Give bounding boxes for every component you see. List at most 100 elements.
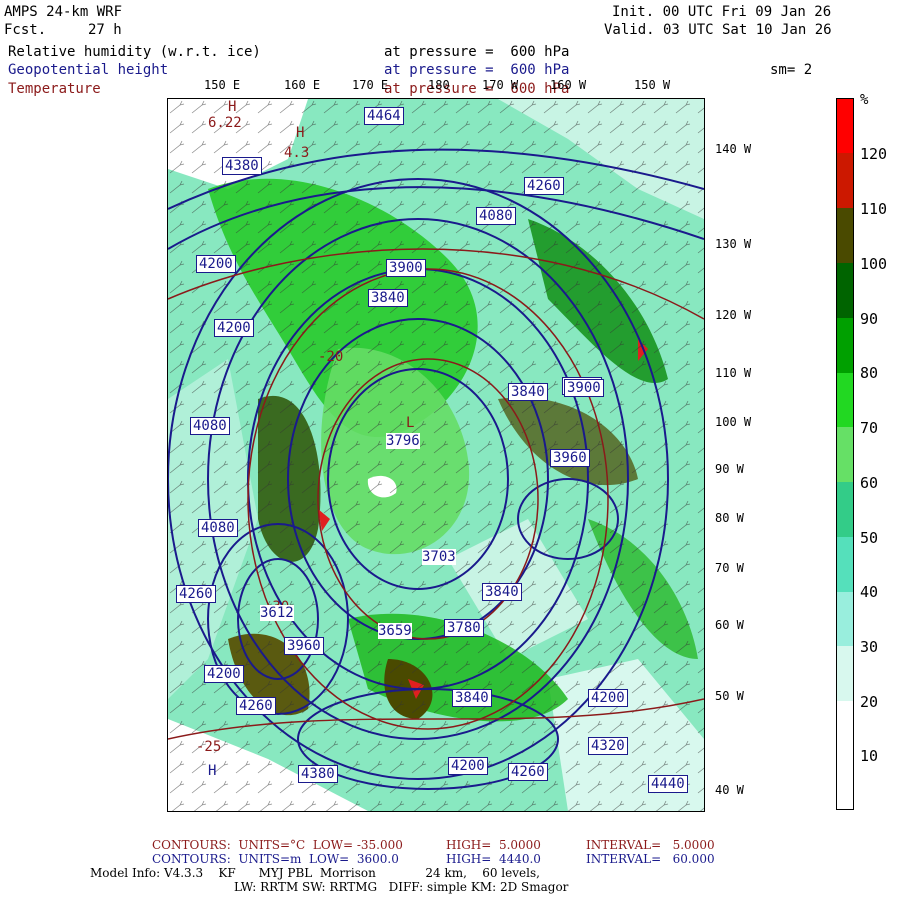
colorbar-label: 120	[860, 145, 888, 163]
field-height-pressure: at pressure = 600 hPa	[384, 62, 570, 78]
right-lon-1: 130 W	[715, 237, 752, 251]
temperature-label: 6.22	[208, 115, 242, 131]
right-lon-2: 120 W	[715, 308, 752, 322]
high-marker: H	[208, 763, 217, 779]
colorbar-label: 10	[860, 747, 879, 765]
field-rh-pressure: at pressure = 600 hPa	[384, 44, 570, 60]
footer-model-info: Model Info: V4.3.3 KF MYJ PBL Morrison 2…	[90, 866, 540, 880]
right-lon-7: 70 W	[715, 561, 744, 575]
height-label: 4200	[204, 665, 244, 683]
colorbar-label: 90	[860, 310, 879, 328]
height-label: 4200	[448, 757, 488, 775]
right-lon-5: 90 W	[715, 462, 744, 476]
height-label: 3960	[284, 637, 324, 655]
colorbar-label: 40	[860, 583, 879, 601]
height-label: 4200	[588, 689, 628, 707]
colorbar-cell	[837, 701, 853, 809]
colorbar-label: 20	[860, 693, 879, 711]
colorbar-unit: %	[860, 92, 869, 108]
low-marker: L	[406, 415, 415, 431]
top-lon-0: 150 E	[204, 78, 241, 92]
right-lon-3: 110 W	[715, 366, 752, 380]
top-lon-6: 150 W	[634, 78, 671, 92]
colorbar-cell	[837, 646, 853, 701]
height-label: 3840	[368, 289, 408, 307]
low-center-value: 3612	[260, 605, 294, 621]
height-label: 3840	[508, 383, 548, 401]
colorbar-cell	[837, 208, 853, 263]
height-label: 4380	[222, 157, 262, 175]
height-label: 4440	[648, 775, 688, 793]
forecast-hour: 27 h	[88, 22, 122, 38]
height-label: 4080	[198, 519, 238, 537]
colorbar-cell	[837, 537, 853, 592]
height-label: 3780	[444, 619, 484, 637]
colorbar-label: 110	[860, 200, 888, 218]
colorbar-cell	[837, 153, 853, 208]
top-lon-1: 160 E	[284, 78, 321, 92]
height-label: 3840	[452, 689, 492, 707]
height-label: 4080	[190, 417, 230, 435]
temperature-label: -20	[318, 349, 344, 365]
footer-physics-info: LW: RRTM SW: RRTMG DIFF: simple KM: 2D S…	[234, 880, 569, 894]
forecast-label: Fcst.	[4, 22, 47, 38]
right-lon-9: 50 W	[715, 689, 744, 703]
height-label: 4320	[588, 737, 628, 755]
top-lon-3: 180	[428, 78, 450, 92]
height-label: 3900	[386, 259, 426, 277]
colorbar-label: 70	[860, 419, 879, 437]
field-temp-name: Temperature	[8, 81, 101, 97]
footer-temp-high: HIGH= 5.0000	[446, 838, 541, 852]
high-marker: H	[296, 125, 305, 141]
colorbar-label: 50	[860, 529, 879, 547]
smoothing-label: sm= 2	[770, 62, 813, 78]
field-temp-pressure: at pressure = 600 hPa	[384, 81, 570, 97]
right-lon-10: 40 W	[715, 783, 744, 797]
colorbar	[836, 98, 854, 810]
colorbar-label: 30	[860, 638, 879, 656]
low-center-value: 3659	[378, 623, 412, 639]
footer-height-high: HIGH= 4440.0	[446, 852, 541, 866]
field-height-name: Geopotential height	[8, 62, 169, 78]
temperature-label: 4.3	[284, 145, 310, 161]
height-label: 4200	[214, 319, 254, 337]
height-label: 4260	[176, 585, 216, 603]
right-lon-0: 140 W	[715, 142, 752, 156]
top-lon-5: 160 W	[550, 78, 587, 92]
temperature-label: -25	[196, 739, 222, 755]
valid-time: Valid. 03 UTC Sat 10 Jan 26	[604, 22, 832, 38]
footer-height-contours: CONTOURS: UNITS=m LOW= 3600.0	[152, 852, 399, 866]
height-label: 4260	[524, 177, 564, 195]
model-title: AMPS 24-km WRF	[4, 4, 123, 20]
height-label: 4260	[236, 697, 276, 715]
colorbar-cell	[837, 99, 853, 153]
height-label: 3960	[550, 449, 590, 467]
colorbar-cell	[837, 482, 853, 537]
colorbar-cell	[837, 373, 853, 427]
colorbar-cell	[837, 592, 853, 646]
right-lon-4: 100 W	[715, 415, 752, 429]
height-label: 4464	[364, 107, 404, 125]
colorbar-cell	[837, 263, 853, 318]
high-marker: H	[228, 99, 237, 115]
height-label: 4260	[508, 763, 548, 781]
footer-temp-interval: INTERVAL= 5.0000	[586, 838, 715, 852]
low-center-value: 3703	[422, 549, 456, 565]
right-lon-8: 60 W	[715, 618, 744, 632]
map-panel: 4464 4380 4260 4080 4200 3900 3840 4200 …	[167, 98, 705, 812]
field-rh-name: Relative humidity (w.r.t. ice)	[8, 44, 261, 60]
height-label: 4380	[298, 765, 338, 783]
init-time: Init. 00 UTC Fri 09 Jan 26	[612, 4, 832, 20]
height-label: 4080	[476, 207, 516, 225]
colorbar-cell	[837, 427, 853, 482]
right-lon-6: 80 W	[715, 511, 744, 525]
colorbar-label: 80	[860, 364, 879, 382]
height-label: 4200	[196, 255, 236, 273]
colorbar-label: 100	[860, 255, 888, 273]
colorbar-cell	[837, 318, 853, 373]
top-lon-2: 170 E	[352, 78, 389, 92]
footer-height-interval: INTERVAL= 60.000	[586, 852, 715, 866]
low-center-value: 3796	[386, 433, 420, 449]
top-lon-4: 170 W	[482, 78, 519, 92]
colorbar-label: 60	[860, 474, 879, 492]
